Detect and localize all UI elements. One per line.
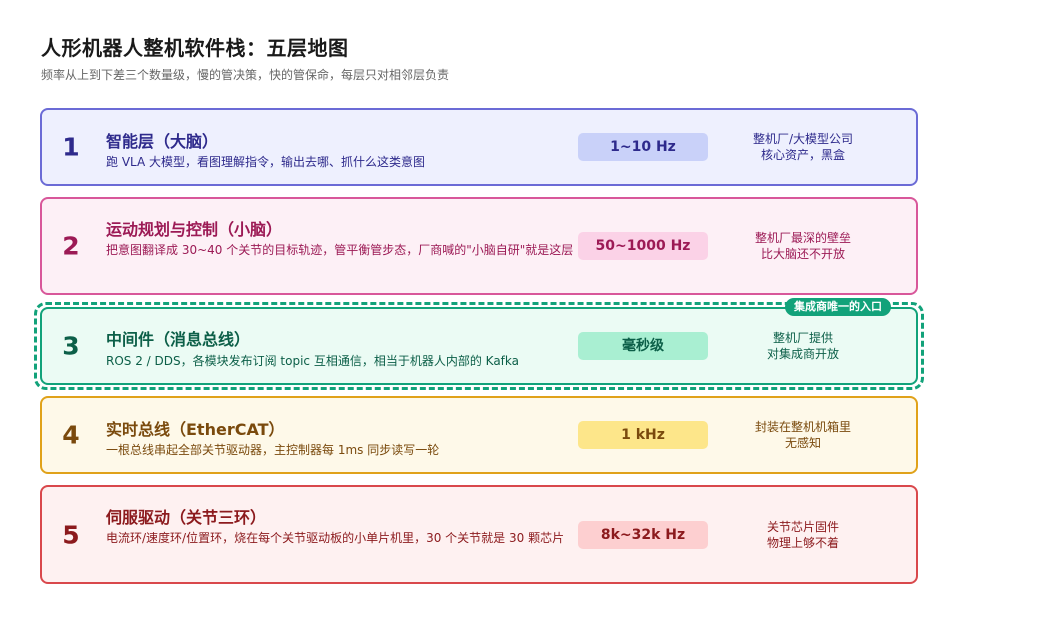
layer-name: 智能层（大脑） (106, 132, 219, 151)
page-title: 人形机器人整机软件栈：五层地图 (41, 36, 349, 60)
layer-note-line: 物理上够不着 (766, 535, 839, 550)
layer-description: 把意图翻译成 30~40 个关节的目标轨迹，管平衡管步态，厂商喊的"小脑自研"就… (106, 243, 574, 257)
layer-note: 整机厂最深的壁垒 比大脑还不开放 (718, 230, 888, 262)
frequency-badge: 50~1000 Hz (578, 232, 708, 260)
frequency-badge: 1 kHz (578, 421, 708, 449)
layer-note-line: 对集成商开放 (766, 347, 839, 361)
layer-note-line: 核心资产，黑盒 (760, 148, 845, 162)
frequency-badge: 1~10 Hz (578, 133, 708, 161)
layer-number: 4 (62, 420, 80, 450)
layer-number: 1 (62, 132, 80, 162)
page: 人形机器人整机软件栈：五层地图 频率从上到下差三个数量级，慢的管决策，快的管保命… (0, 0, 1040, 625)
layer-note-line: 整机厂最深的壁垒 (754, 231, 851, 245)
layer-note: 关节芯片固件 物理上够不着 (718, 519, 888, 551)
layer-card-4: 4 实时总线（EtherCAT） 一根总线串起全部关节驱动器，主控制器每 1ms… (40, 396, 918, 474)
layer-description: 跑 VLA 大模型，看图理解指令，输出去哪、抓什么这类意图 (106, 155, 426, 169)
layer-name: 实时总线（EtherCAT） (106, 420, 285, 439)
frequency-badge: 8k~32k Hz (578, 520, 708, 549)
layer-number: 5 (62, 520, 80, 549)
layer-card-3: 3 中间件（消息总线） ROS 2 / DDS，各模块发布订阅 topic 互相… (40, 307, 918, 385)
layer-note: 封装在整机机箱里 无感知 (718, 419, 888, 451)
layer-description: 电流环/速度环/位置环，烧在每个关节驱动板的小单片机里，30 个关节就是 30 … (106, 531, 565, 545)
entry-point-badge: 集成商唯一的入口 (785, 298, 891, 316)
layer-note-line: 比大脑还不开放 (760, 247, 845, 261)
layer-name: 运动规划与控制（小脑） (106, 220, 283, 239)
layer-description: 一根总线串起全部关节驱动器，主控制器每 1ms 同步读写一轮 (106, 443, 440, 457)
layer-card-1: 1 智能层（大脑） 跑 VLA 大模型，看图理解指令，输出去哪、抓什么这类意图 … (40, 108, 918, 186)
layer-description: ROS 2 / DDS，各模块发布订阅 topic 互相通信，相当于机器人内部的… (106, 354, 519, 368)
page-subtitle: 频率从上到下差三个数量级，慢的管决策，快的管保命，每层只对相邻层负责 (41, 68, 450, 82)
layer-note-line: 整机厂提供 (772, 331, 833, 345)
layer-number: 3 (62, 331, 80, 361)
layer-card-5: 5 伺服驱动（关节三环） 电流环/速度环/位置环，烧在每个关节驱动板的小单片机里… (40, 485, 918, 584)
frequency-badge: 毫秒级 (578, 332, 708, 360)
layer-note: 整机厂提供 对集成商开放 (718, 330, 888, 362)
layer-card-2: 2 运动规划与控制（小脑） 把意图翻译成 30~40 个关节的目标轨迹，管平衡管… (40, 197, 918, 295)
layer-note-line: 封装在整机机箱里 (754, 420, 851, 434)
layer-note: 整机厂/大模型公司 核心资产，黑盒 (718, 131, 888, 163)
layer-note-line: 整机厂/大模型公司 (752, 132, 854, 146)
layer-note-line: 关节芯片固件 (766, 519, 839, 534)
layer-name: 伺服驱动（关节三环） (106, 508, 267, 527)
layer-number: 2 (62, 231, 80, 261)
layer-note-line: 无感知 (784, 436, 821, 450)
layer-name: 中间件（消息总线） (106, 330, 251, 349)
